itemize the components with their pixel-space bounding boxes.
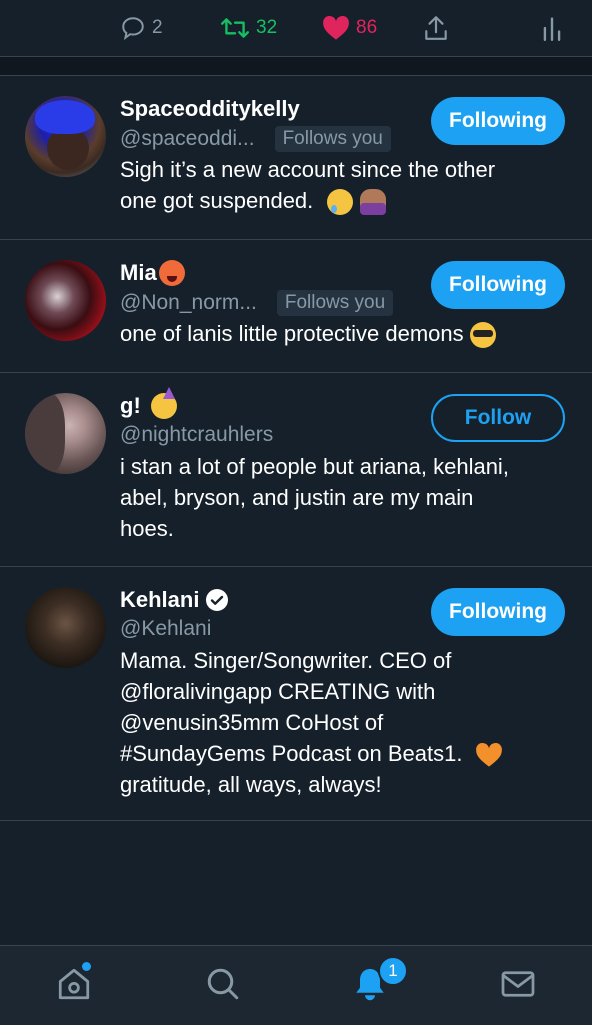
user-name-row: g!: [120, 387, 177, 419]
partying-face-emoji: [150, 387, 177, 419]
bio-line: @venusin35mm CoHost of: [120, 710, 384, 735]
person-facepalming-emoji: [359, 189, 386, 216]
bio-line: one of lanis little protective demons: [120, 321, 464, 346]
user-name: Kehlani: [120, 587, 200, 612]
bio-line-with-emoji: #SundayGems Podcast on Beats1.: [120, 738, 560, 769]
user-cell[interactable]: Mia @Non_norm... Follows you one of lani…: [0, 240, 592, 373]
user-name-row: Mia: [120, 260, 185, 286]
retweet-icon: [220, 18, 250, 38]
user-name: g!: [120, 393, 141, 418]
sleepy-face-emoji: [327, 189, 354, 216]
bio-line: gratitude, all ways, always!: [120, 772, 382, 797]
section-divider: [0, 57, 592, 76]
tweet-action-bar: 2 32 86: [0, 0, 592, 57]
analytics-icon: [543, 17, 561, 41]
avatar[interactable]: [25, 587, 106, 668]
user-cell[interactable]: Kehlani @Kehlani Mama. Singer/Songwriter…: [0, 567, 592, 821]
user-handle: @nightcrauhlers: [120, 423, 274, 446]
bio-line: one got suspended.: [120, 188, 314, 213]
follows-you-badge: Follows you: [276, 290, 394, 316]
reply-count: 2: [152, 17, 163, 38]
tab-messages[interactable]: [498, 964, 538, 1004]
bio-line-with-emoji: one got suspended.: [120, 185, 560, 216]
retweet-count: 32: [256, 17, 278, 38]
like-button[interactable]: 86: [322, 14, 377, 42]
user-name-row: Kehlani: [120, 587, 229, 613]
hot-face-emoji: [158, 260, 185, 286]
user-handle: @Kehlani: [120, 617, 212, 640]
heart-icon: [323, 15, 349, 40]
handle-row: @Non_norm... Follows you: [120, 290, 394, 316]
user-cell[interactable]: Spaceodditykelly @spaceoddi... Follows y…: [0, 76, 592, 240]
following-button[interactable]: Following: [431, 97, 565, 145]
following-button[interactable]: Following: [431, 261, 565, 309]
following-button[interactable]: Following: [431, 588, 565, 636]
mail-icon: [501, 971, 535, 997]
share-button[interactable]: [423, 14, 449, 42]
handle-row: @nightcrauhlers: [120, 423, 273, 447]
user-name: Spaceodditykelly: [120, 96, 300, 121]
reply-icon: [122, 17, 144, 41]
user-bio: one of lanis little protective demons: [120, 318, 560, 349]
like-count: 86: [356, 17, 378, 38]
handle-row: @spaceoddi... Follows you: [120, 126, 391, 152]
user-name: Mia: [120, 260, 157, 285]
handle-row: @Kehlani: [120, 617, 211, 641]
retweet-button[interactable]: 32: [220, 14, 277, 42]
tab-search[interactable]: [203, 964, 243, 1004]
follow-button[interactable]: Follow: [431, 394, 565, 442]
bio-line: abel, bryson, and justin are my main: [120, 485, 474, 510]
avatar[interactable]: [25, 96, 106, 177]
user-handle: @Non_norm...: [120, 291, 257, 314]
bottom-tab-bar: [0, 945, 592, 1025]
avatar[interactable]: [25, 260, 106, 341]
verified-badge-icon: [206, 589, 229, 611]
orange-heart-emoji: [475, 743, 502, 767]
user-bio: i stan a lot of people but ariana, kehla…: [120, 451, 560, 544]
analytics-button[interactable]: [542, 14, 562, 42]
share-icon: [425, 16, 447, 40]
bio-line: hoes.: [120, 516, 174, 541]
search-icon: [207, 968, 239, 1000]
bio-line: i stan a lot of people but ariana, kehla…: [120, 454, 509, 479]
bio-line: #SundayGems Podcast on Beats1.: [120, 741, 463, 766]
user-bio: Mama. Singer/Songwriter. CEO of @florali…: [120, 645, 560, 800]
reply-button[interactable]: 2: [120, 14, 163, 42]
user-bio: Sigh it’s a new account since the other …: [120, 154, 560, 216]
user-handle: @spaceoddi...: [120, 127, 255, 150]
bio-line: Sigh it’s a new account since the other: [120, 157, 496, 182]
notifications-badge: 1: [378, 956, 408, 986]
bio-line: Mama. Singer/Songwriter. CEO of: [120, 648, 452, 673]
user-cell[interactable]: g! @nightcrauhlers i stan a lot of peopl…: [0, 373, 592, 567]
avatar[interactable]: [25, 393, 106, 474]
bio-line: @floralivingapp CREATING with: [120, 679, 436, 704]
follows-you-badge: Follows you: [274, 126, 391, 152]
home-unread-dot: [82, 962, 91, 971]
sunglasses-face-emoji: [469, 322, 496, 349]
